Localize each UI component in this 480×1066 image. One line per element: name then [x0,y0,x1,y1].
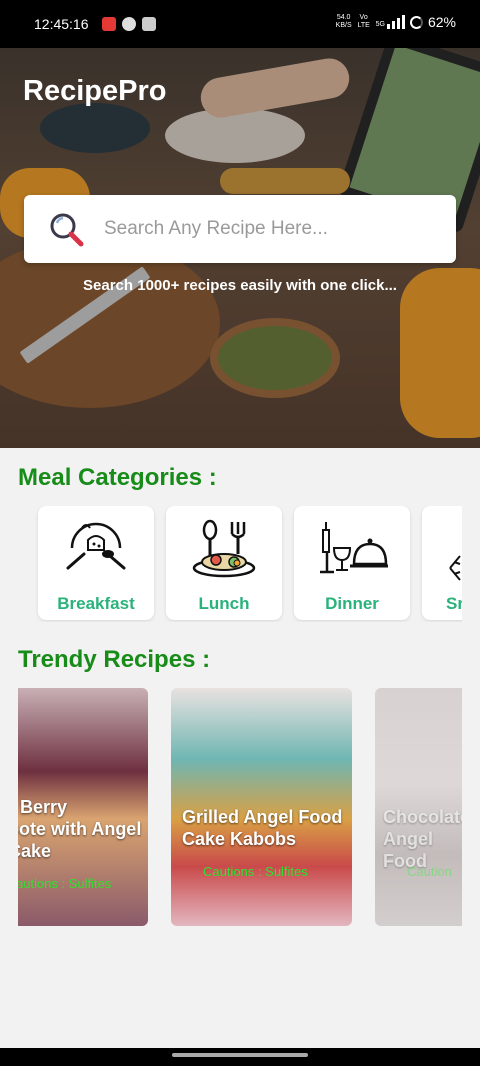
discord-icon [142,17,156,31]
recipe-card[interactable]: Chocolate Angel Food Caution [375,688,462,926]
network-speed: 54.0 KB/S [335,14,352,29]
trendy-recipes-title: Trendy Recipes : [18,646,211,673]
recipe-card[interactable]: Grilled Angel Food Cake Kabobs Cautions … [171,688,352,926]
home-gesture-pill[interactable] [172,1053,308,1057]
search-bar[interactable] [24,195,456,263]
notification-icons [102,17,156,31]
category-label: Dinner [325,594,379,613]
category-label: Lunch [198,594,250,613]
battery-percent: 62% [427,14,456,30]
signal-icon: 5G [376,15,405,29]
status-right: 54.0 KB/S Vo LTE 5G 62% [336,14,456,30]
volte-indicator: Vo LTE [357,14,370,29]
status-time: 12:45:16 [34,16,89,32]
recipe-title: Grilled Angel Food Cake Kabobs [182,807,343,849]
search-icon [46,209,86,249]
search-input[interactable] [104,218,434,240]
app-screen: 12:45:16 54.0 KB/S Vo LTE 5G 62% RecipeP… [0,0,480,1066]
gesture-nav-bar [0,1048,480,1066]
snack-icon [446,536,462,593]
app-title: RecipePro [23,75,167,107]
breakfast-icon [60,522,132,580]
category-breakfast[interactable]: Breakfast [38,506,154,620]
whatsapp-icon [122,17,136,31]
lunch-icon [188,519,260,584]
category-label: Breakfast [57,594,135,613]
category-lunch[interactable]: Lunch [166,506,282,620]
dinner-icon [316,522,388,582]
recipe-cautions: autions : Sulfites [18,876,112,891]
youtube-icon [102,17,116,31]
meal-categories-list[interactable]: Breakfast Lunch Dinner Sr [18,506,462,622]
recipe-card[interactable]: r Berry pote with Angel Cake autions : S… [18,688,148,926]
battery-icon [409,15,423,29]
status-bar: 12:45:16 54.0 KB/S Vo LTE 5G 62% [0,0,480,48]
meal-categories-title: Meal Categories : [18,464,217,491]
recipe-cautions: Cautions : Sulfites [203,864,308,879]
search-caption: Search 1000+ recipes easily with one cli… [83,277,397,294]
category-label: Sr [446,594,462,613]
recipe-cautions: Caution [407,864,452,879]
recipe-title: r Berry pote with Angel Cake [18,797,142,861]
category-dinner[interactable]: Dinner [294,506,410,620]
trendy-recipes-list[interactable]: r Berry pote with Angel Cake autions : S… [18,688,462,928]
category-snacks[interactable]: Sr [422,506,462,620]
recipe-title: Chocolate Angel Food [383,807,462,871]
